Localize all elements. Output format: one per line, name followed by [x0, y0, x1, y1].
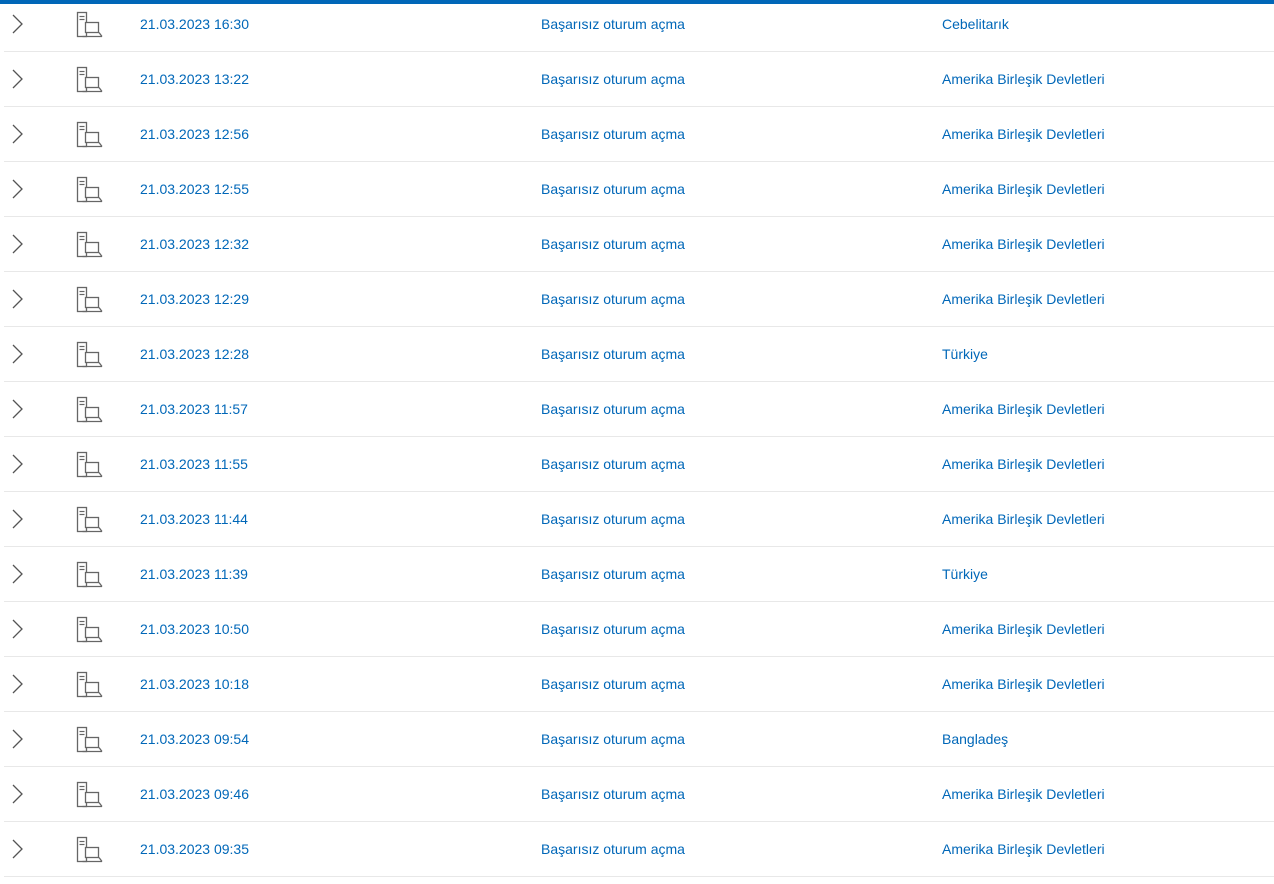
activity-list: 21.03.2023 16:30 Başarısız oturum açma C… [0, 0, 1274, 877]
activity-type: Başarısız oturum açma [541, 346, 685, 362]
activity-location: Amerika Birleşik Devletleri [942, 126, 1105, 142]
activity-row[interactable]: 21.03.2023 16:30 Başarısız oturum açma C… [4, 0, 1274, 52]
activity-type: Başarısız oturum açma [541, 291, 685, 307]
desktop-computer-icon [73, 561, 103, 589]
desktop-computer-icon [73, 781, 103, 809]
activity-location: Amerika Birleşik Devletleri [942, 621, 1105, 637]
desktop-computer-icon [73, 616, 103, 644]
activity-row[interactable]: 21.03.2023 10:18 Başarısız oturum açma A… [4, 657, 1274, 712]
desktop-computer-icon [73, 66, 103, 94]
activity-time: 21.03.2023 09:54 [140, 731, 249, 747]
activity-type: Başarısız oturum açma [541, 401, 685, 417]
activity-location: Amerika Birleşik Devletleri [942, 786, 1105, 802]
activity-type: Başarısız oturum açma [541, 181, 685, 197]
activity-location: Amerika Birleşik Devletleri [942, 401, 1105, 417]
activity-time: 21.03.2023 11:55 [140, 456, 248, 472]
desktop-computer-icon [73, 451, 103, 479]
chevron-right-icon[interactable] [10, 124, 24, 144]
activity-time: 21.03.2023 12:56 [140, 126, 249, 142]
activity-location: Amerika Birleşik Devletleri [942, 71, 1105, 87]
activity-location: Amerika Birleşik Devletleri [942, 511, 1105, 527]
activity-time: 21.03.2023 12:32 [140, 236, 249, 252]
activity-location: Amerika Birleşik Devletleri [942, 676, 1105, 692]
chevron-right-icon[interactable] [10, 784, 24, 804]
activity-location: Amerika Birleşik Devletleri [942, 291, 1105, 307]
chevron-right-icon[interactable] [10, 14, 24, 34]
activity-location: Amerika Birleşik Devletleri [942, 181, 1105, 197]
desktop-computer-icon [73, 836, 103, 864]
activity-time: 21.03.2023 11:44 [140, 511, 248, 527]
activity-row[interactable]: 21.03.2023 11:55 Başarısız oturum açma A… [4, 437, 1274, 492]
activity-location: Türkiye [942, 346, 988, 362]
activity-row[interactable]: 21.03.2023 09:54 Başarısız oturum açma B… [4, 712, 1274, 767]
desktop-computer-icon [73, 121, 103, 149]
activity-type: Başarısız oturum açma [541, 676, 685, 692]
chevron-right-icon[interactable] [10, 344, 24, 364]
chevron-right-icon[interactable] [10, 674, 24, 694]
desktop-computer-icon [73, 506, 103, 534]
activity-type: Başarısız oturum açma [541, 16, 685, 32]
desktop-computer-icon [73, 231, 103, 259]
desktop-computer-icon [73, 176, 103, 204]
activity-type: Başarısız oturum açma [541, 621, 685, 637]
activity-type: Başarısız oturum açma [541, 841, 685, 857]
chevron-right-icon[interactable] [10, 509, 24, 529]
activity-type: Başarısız oturum açma [541, 731, 685, 747]
activity-type: Başarısız oturum açma [541, 566, 685, 582]
activity-location: Bangladeş [942, 731, 1009, 747]
activity-type: Başarısız oturum açma [541, 126, 685, 142]
activity-time: 21.03.2023 09:35 [140, 841, 249, 857]
activity-row[interactable]: 21.03.2023 13:22 Başarısız oturum açma A… [4, 52, 1274, 107]
activity-row[interactable]: 21.03.2023 10:50 Başarısız oturum açma A… [4, 602, 1274, 657]
chevron-right-icon[interactable] [10, 289, 24, 309]
activity-row[interactable]: 21.03.2023 09:35 Başarısız oturum açma A… [4, 822, 1274, 877]
activity-type: Başarısız oturum açma [541, 236, 685, 252]
chevron-right-icon[interactable] [10, 729, 24, 749]
activity-time: 21.03.2023 16:30 [140, 16, 249, 32]
chevron-right-icon[interactable] [10, 839, 24, 859]
chevron-right-icon[interactable] [10, 69, 24, 89]
chevron-right-icon[interactable] [10, 399, 24, 419]
activity-time: 21.03.2023 12:29 [140, 291, 249, 307]
activity-row[interactable]: 21.03.2023 11:57 Başarısız oturum açma A… [4, 382, 1274, 437]
activity-location: Amerika Birleşik Devletleri [942, 456, 1105, 472]
activity-row[interactable]: 21.03.2023 12:32 Başarısız oturum açma A… [4, 217, 1274, 272]
activity-type: Başarısız oturum açma [541, 511, 685, 527]
activity-time: 21.03.2023 13:22 [140, 71, 249, 87]
activity-location: Cebelitarık [942, 16, 1009, 32]
desktop-computer-icon [73, 726, 103, 754]
desktop-computer-icon [73, 671, 103, 699]
activity-time: 21.03.2023 10:50 [140, 621, 249, 637]
activity-row[interactable]: 21.03.2023 12:55 Başarısız oturum açma A… [4, 162, 1274, 217]
activity-location: Türkiye [942, 566, 988, 582]
activity-row[interactable]: 21.03.2023 12:29 Başarısız oturum açma A… [4, 272, 1274, 327]
activity-time: 21.03.2023 11:57 [140, 401, 248, 417]
activity-row[interactable]: 21.03.2023 11:39 Başarısız oturum açma T… [4, 547, 1274, 602]
desktop-computer-icon [73, 286, 103, 314]
activity-type: Başarısız oturum açma [541, 786, 685, 802]
activity-type: Başarısız oturum açma [541, 456, 685, 472]
activity-row[interactable]: 21.03.2023 11:44 Başarısız oturum açma A… [4, 492, 1274, 547]
activity-time: 21.03.2023 10:18 [140, 676, 249, 692]
activity-row[interactable]: 21.03.2023 09:46 Başarısız oturum açma A… [4, 767, 1274, 822]
chevron-right-icon[interactable] [10, 564, 24, 584]
activity-location: Amerika Birleşik Devletleri [942, 841, 1105, 857]
activity-time: 21.03.2023 11:39 [140, 566, 248, 582]
chevron-right-icon[interactable] [10, 619, 24, 639]
activity-row[interactable]: 21.03.2023 12:56 Başarısız oturum açma A… [4, 107, 1274, 162]
activity-time: 21.03.2023 09:46 [140, 786, 249, 802]
chevron-right-icon[interactable] [10, 179, 24, 199]
chevron-right-icon[interactable] [10, 234, 24, 254]
activity-row[interactable]: 21.03.2023 12:28 Başarısız oturum açma T… [4, 327, 1274, 382]
desktop-computer-icon [73, 11, 103, 39]
activity-location: Amerika Birleşik Devletleri [942, 236, 1105, 252]
activity-time: 21.03.2023 12:55 [140, 181, 249, 197]
activity-time: 21.03.2023 12:28 [140, 346, 249, 362]
desktop-computer-icon [73, 341, 103, 369]
chevron-right-icon[interactable] [10, 454, 24, 474]
desktop-computer-icon [73, 396, 103, 424]
activity-type: Başarısız oturum açma [541, 71, 685, 87]
